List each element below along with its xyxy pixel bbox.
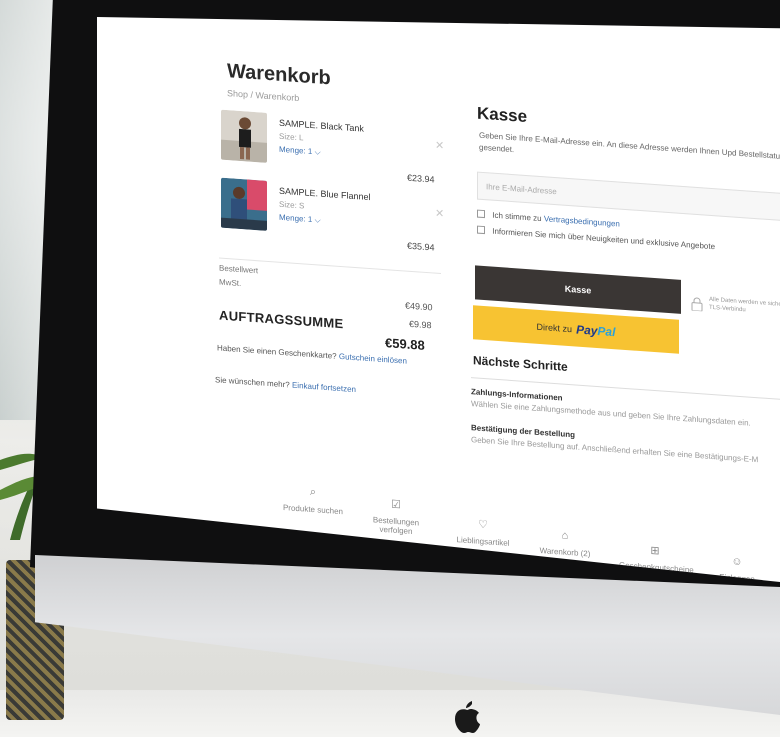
vat-label: MwSt. xyxy=(219,277,242,289)
checkout-title: Kasse xyxy=(477,103,528,127)
item-size: Size: S xyxy=(279,199,305,211)
nav-favorites[interactable]: ♡ Lieblingsartikel xyxy=(447,515,519,548)
total-value: €59.88 xyxy=(385,335,425,353)
nav-label: Lieblingsartikel xyxy=(456,535,510,548)
continue-shopping-link[interactable]: Einkauf fortsetzen xyxy=(292,381,356,394)
paypal-button[interactable]: Direkt zu PayPal xyxy=(473,305,679,354)
paypal-prefix: Direkt zu xyxy=(536,321,573,335)
item-price: €23.94 xyxy=(407,172,435,185)
next-steps-title: Nächste Schritte xyxy=(473,353,568,374)
order-track-icon: ☑ xyxy=(391,498,401,512)
order-value-label: Bestellwert xyxy=(219,263,259,276)
nav-track-orders[interactable]: ☑ Bestellungen verfolgen xyxy=(365,496,427,537)
newsletter-text: Informieren Sie mich über Neuigkeiten un… xyxy=(492,226,716,252)
cart-title: Warenkorb xyxy=(227,60,331,90)
paypal-word-b: Pal xyxy=(597,323,616,340)
item-name[interactable]: SAMPLE. Blue Flannel xyxy=(279,186,371,202)
terms-checkbox[interactable] xyxy=(477,209,485,219)
product-image[interactable] xyxy=(221,109,267,163)
item-name[interactable]: SAMPLE. Black Tank xyxy=(279,118,364,134)
product-image[interactable] xyxy=(221,177,267,231)
gift-card-text: Haben Sie einen Geschenkkarte? xyxy=(217,343,337,361)
continue-prompt: Sie wünschen mehr? Einkauf fortsetzen xyxy=(215,375,356,394)
checkout-description: Geben Sie Ihre E-Mail-Adresse ein. An di… xyxy=(479,130,780,162)
apple-logo-icon xyxy=(455,701,480,733)
shopping-bag-icon: ⌂ xyxy=(561,529,569,542)
order-value: €49.90 xyxy=(405,300,433,313)
redeem-voucher-link[interactable]: Gutschein einlösen xyxy=(339,352,407,366)
vat-value: €9.98 xyxy=(409,318,432,331)
terms-checkbox-row[interactable]: Ich stimme zu Vertragsbedingungen xyxy=(477,209,620,229)
breadcrumb[interactable]: Shop / Warenkorb xyxy=(227,88,299,103)
item-price: €35.94 xyxy=(407,240,435,253)
newsletter-checkbox[interactable] xyxy=(477,225,485,235)
monitor-screen: Warenkorb Shop / Warenkorb SAMPLE. Black… xyxy=(97,17,780,582)
paypal-logo: PayPal xyxy=(576,322,615,339)
quantity-dropdown[interactable]: Menge: 1 ⌵ xyxy=(279,213,321,226)
newsletter-checkbox-row[interactable]: Informieren Sie mich über Neuigkeiten un… xyxy=(477,225,716,252)
search-icon: ⌕ xyxy=(309,485,317,499)
remove-item-icon[interactable]: ✕ xyxy=(435,207,444,221)
more-text: Sie wünschen mehr? xyxy=(215,375,290,390)
terms-text: Ich stimme zu xyxy=(492,210,542,224)
remove-item-icon[interactable]: ✕ xyxy=(435,139,444,153)
nav-label: Produkte suchen xyxy=(282,503,344,517)
gift-card-prompt: Haben Sie einen Geschenkkarte? Gutschein… xyxy=(217,343,407,365)
nav-cart[interactable]: ⌂ Warenkorb (2) xyxy=(529,527,601,559)
terms-link[interactable]: Vertragsbedingungen xyxy=(544,214,620,228)
user-icon: ☺ xyxy=(731,555,743,569)
nav-search-products[interactable]: ⌕ Produkte suchen xyxy=(273,483,353,517)
quantity-dropdown[interactable]: Menge: 1 ⌵ xyxy=(279,145,321,158)
cart-item: SAMPLE. Blue Flannel Size: S Menge: 1 ⌵ … xyxy=(221,177,446,254)
nav-label: Warenkorb (2) xyxy=(539,545,591,559)
heart-icon: ♡ xyxy=(478,518,488,532)
nav-label: Bestellungen verfolgen xyxy=(372,515,420,537)
paypal-word-a: Pay xyxy=(576,322,598,338)
step-text: Wählen Sie eine Zahlungsmethode aus und … xyxy=(471,399,751,428)
item-size: Size: L xyxy=(279,131,304,143)
total-label: AUFTRAGSSUMME xyxy=(219,307,344,332)
cart-item: SAMPLE. Black Tank Size: L Menge: 1 ⌵ ✕ … xyxy=(221,109,446,186)
step-text: Geben Sie Ihre Bestellung auf. Anschließ… xyxy=(471,435,759,465)
lock-icon xyxy=(691,297,703,312)
checkout-button[interactable]: Kasse xyxy=(475,265,681,314)
gift-card-icon: ⊞ xyxy=(650,544,660,558)
secure-note: Alle Daten werden ve sichere TLS-Verbind… xyxy=(709,296,780,314)
